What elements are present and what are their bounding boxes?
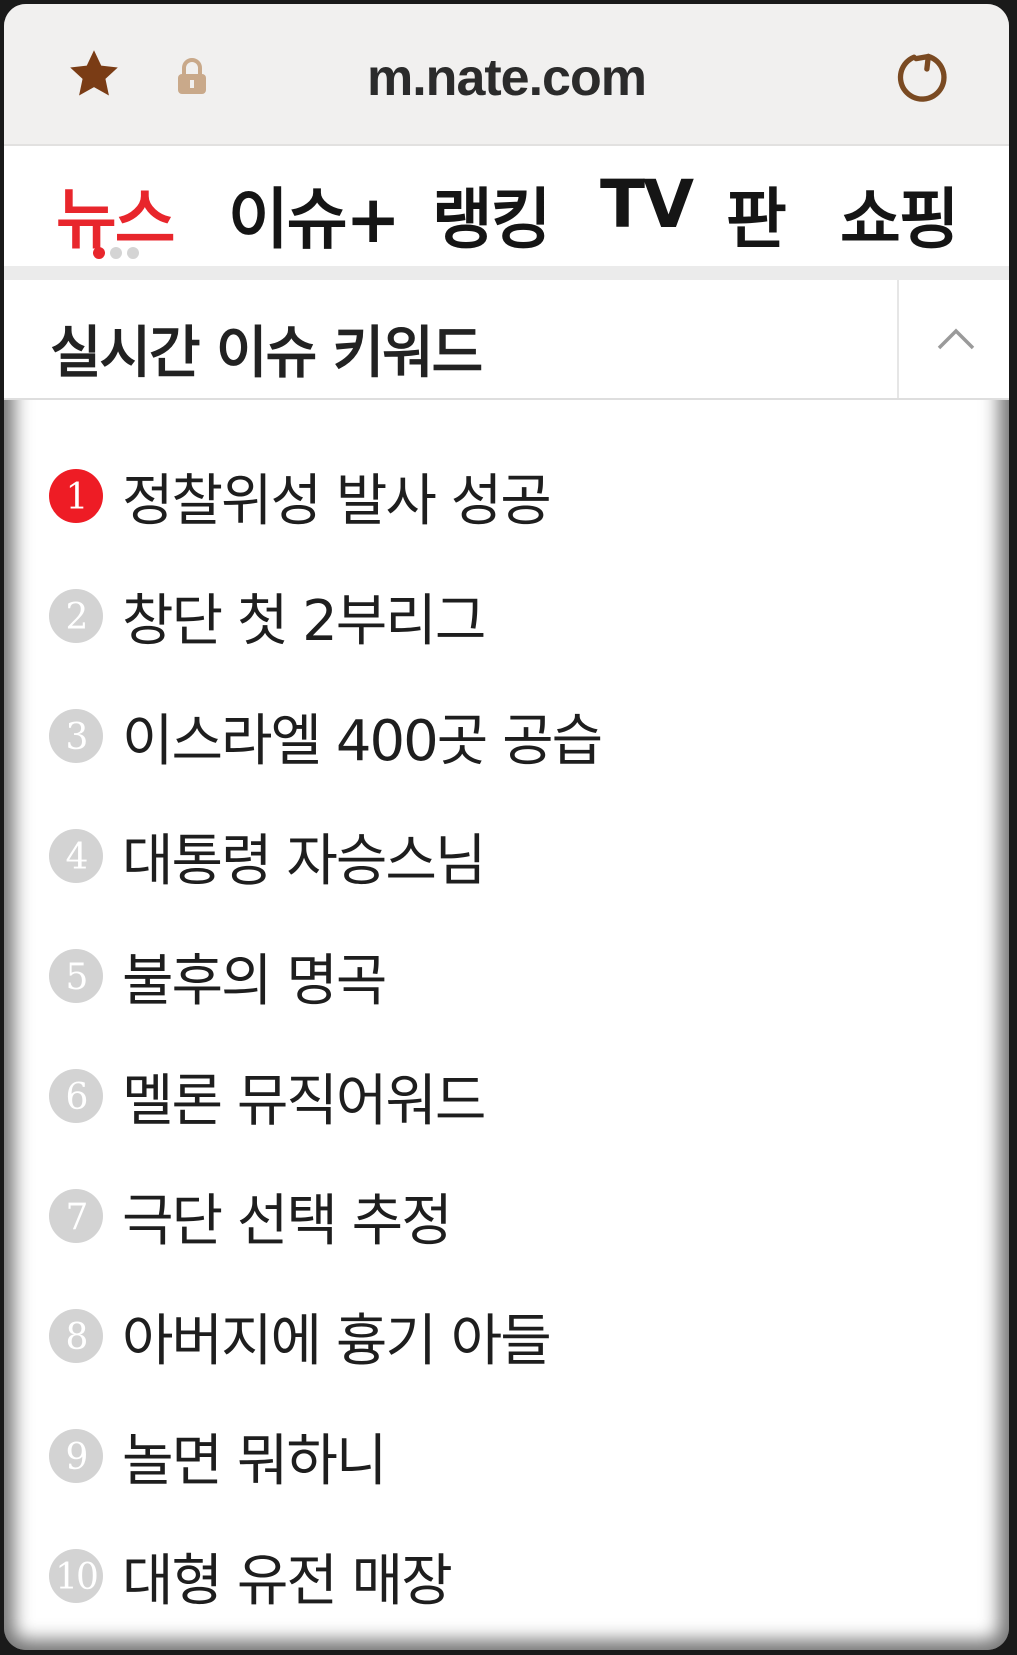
page-dot [127,247,139,259]
category-tabs: 뉴스 이슈+ 랭킹 TV 판 쇼핑 [4,146,1009,266]
rank-badge: 9 [49,1429,103,1483]
keyword-item[interactable]: 9 놀면 뭐하니 [4,1394,1009,1514]
address-bar: m.nate.com [4,4,1009,146]
chevron-up-icon [937,328,975,350]
keyword-text[interactable]: 극단 선택 추정 [122,1176,453,1257]
keyword-text[interactable]: 멜론 뮤직어워드 [122,1056,486,1137]
page-dot [93,247,105,259]
keyword-item[interactable]: 2 창단 첫 2부리그 [4,554,1009,674]
rank-badge: 4 [49,829,103,883]
keyword-item[interactable]: 3 이스라엘 400곳 공습 [4,674,1009,794]
keyword-text[interactable]: 창단 첫 2부리그 [122,576,486,657]
keyword-item[interactable]: 7 극단 선택 추정 [4,1154,1009,1274]
keyword-item[interactable]: 8 아버지에 흉기 아들 [4,1274,1009,1394]
keyword-text[interactable]: 불후의 명곡 [122,936,387,1017]
rank-badge: 10 [49,1549,103,1603]
phone-screen: m.nate.com 뉴스 이슈+ 랭킹 TV 판 쇼핑 실시간 이슈 키워드 … [4,4,1009,1650]
tab-ranking[interactable]: 랭킹 [432,166,551,262]
rank-badge: 6 [49,1069,103,1123]
rank-badge: 7 [49,1189,103,1243]
keyword-item[interactable]: 6 멜론 뮤직어워드 [4,1034,1009,1154]
rank-badge: 1 [49,469,103,523]
page-dot [110,247,122,259]
rank-badge: 2 [49,589,103,643]
reload-icon[interactable] [894,48,952,106]
keyword-text[interactable]: 아버지에 흉기 아들 [122,1296,552,1377]
tab-shopping[interactable]: 쇼핑 [840,166,959,262]
keyword-panel-title: 실시간 이슈 키워드 [50,321,483,386]
collapse-button[interactable] [897,280,1009,398]
keyword-item[interactable]: 1 정찰위성 발사 성공 [4,434,1009,554]
keyword-text[interactable]: 이스라엘 400곳 공습 [122,696,603,777]
keyword-item[interactable]: 4 대통령 자승스님 [4,794,1009,914]
divider [4,266,1009,280]
rank-badge: 8 [49,1309,103,1363]
keyword-item[interactable]: 10 대형 유전 매장 [4,1514,1009,1634]
rank-badge: 5 [49,949,103,1003]
tab-issue-plus[interactable]: 이슈+ [228,166,401,262]
page-indicator [93,244,144,263]
keyword-list: 1 정찰위성 발사 성공 2 창단 첫 2부리그 3 이스라엘 400곳 공습 … [4,434,1009,1634]
keyword-text[interactable]: 놀면 뭐하니 [122,1416,387,1497]
keyword-text[interactable]: 대형 유전 매장 [122,1536,453,1617]
keyword-text[interactable]: 대통령 자승스님 [122,816,486,897]
keyword-text[interactable]: 정찰위성 발사 성공 [122,456,552,537]
rank-badge: 3 [49,709,103,763]
tab-pan[interactable]: 판 [726,166,787,262]
keyword-panel-header: 실시간 이슈 키워드 [4,280,1009,400]
tab-tv[interactable]: TV [600,166,694,243]
url-text[interactable]: m.nate.com [4,48,1009,108]
keyword-item[interactable]: 5 불후의 명곡 [4,914,1009,1034]
